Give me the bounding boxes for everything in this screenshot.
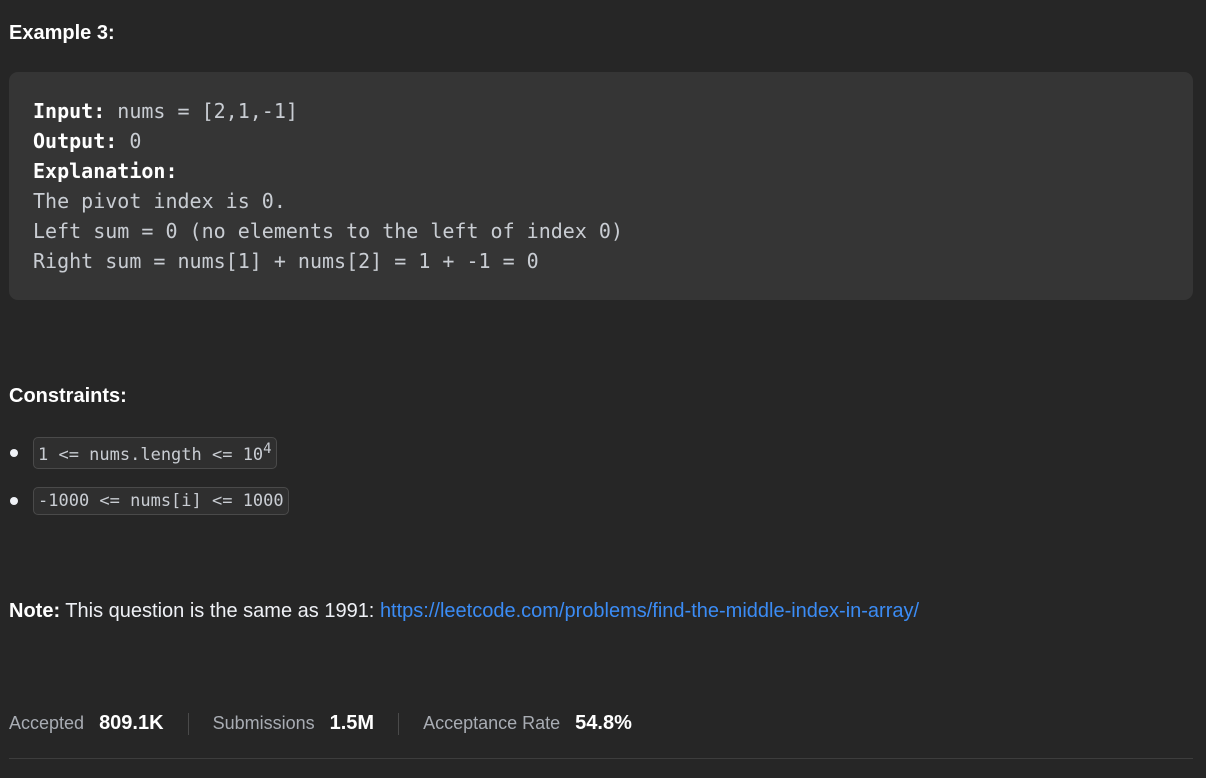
problem-stats: Accepted 809.1K Submissions 1.5M Accepta…: [9, 712, 632, 735]
note-label: Note:: [9, 600, 61, 622]
example-code-block: Input: nums = [2,1,-1] Output: 0 Explana…: [9, 72, 1193, 300]
input-value: nums = [2,1,-1]: [105, 99, 298, 123]
constraints-heading: Constraints:: [9, 385, 127, 407]
exponent: 4: [263, 441, 272, 457]
explanation-line: Left sum = 0 (no elements to the left of…: [33, 219, 624, 243]
related-problem-link[interactable]: https://leetcode.com/problems/find-the-m…: [380, 600, 919, 622]
bullet-icon: [10, 497, 18, 505]
explanation-line: The pivot index is 0.: [33, 189, 286, 213]
example-input-line: Input: nums = [2,1,-1]: [33, 96, 1169, 126]
acceptance-rate-value: 54.8%: [575, 712, 632, 734]
constraint-item: 1 <= nums.length <= 104: [10, 437, 277, 469]
submissions-label: Submissions: [212, 713, 315, 733]
acceptance-rate-label: Acceptance Rate: [423, 713, 561, 733]
accepted-value: 809.1K: [99, 712, 164, 734]
constraint-code: 1 <= nums.length <= 104: [33, 437, 277, 469]
submissions-stat: Submissions 1.5M: [213, 712, 375, 735]
output-label: Output:: [33, 129, 118, 153]
accepted-label: Accepted: [9, 713, 85, 733]
explanation-line: Right sum = nums[1] + nums[2] = 1 + -1 =…: [33, 249, 539, 273]
example-output-line: Output: 0: [33, 126, 1169, 156]
explanation-label: Explanation:: [33, 159, 178, 183]
input-label: Input:: [33, 99, 106, 123]
note: Note: This question is the same as 1991:…: [9, 600, 919, 623]
bullet-icon: [10, 449, 18, 457]
divider: [9, 758, 1193, 759]
constraint-item: -1000 <= nums[i] <= 1000: [10, 487, 289, 515]
output-value: 0: [117, 129, 142, 153]
note-text: This question is the same as 1991:: [60, 600, 380, 622]
stat-divider: [398, 712, 400, 735]
stat-divider: [187, 712, 189, 735]
acceptance-rate-stat: Acceptance Rate 54.8%: [423, 712, 632, 735]
submissions-value: 1.5M: [329, 712, 375, 734]
problem-description: Example 3: Input: nums = [2,1,-1] Output…: [0, 0, 1206, 778]
example-heading: Example 3:: [9, 22, 115, 44]
constraint-code: -1000 <= nums[i] <= 1000: [33, 487, 289, 515]
accepted-stat: Accepted 809.1K: [9, 712, 164, 735]
